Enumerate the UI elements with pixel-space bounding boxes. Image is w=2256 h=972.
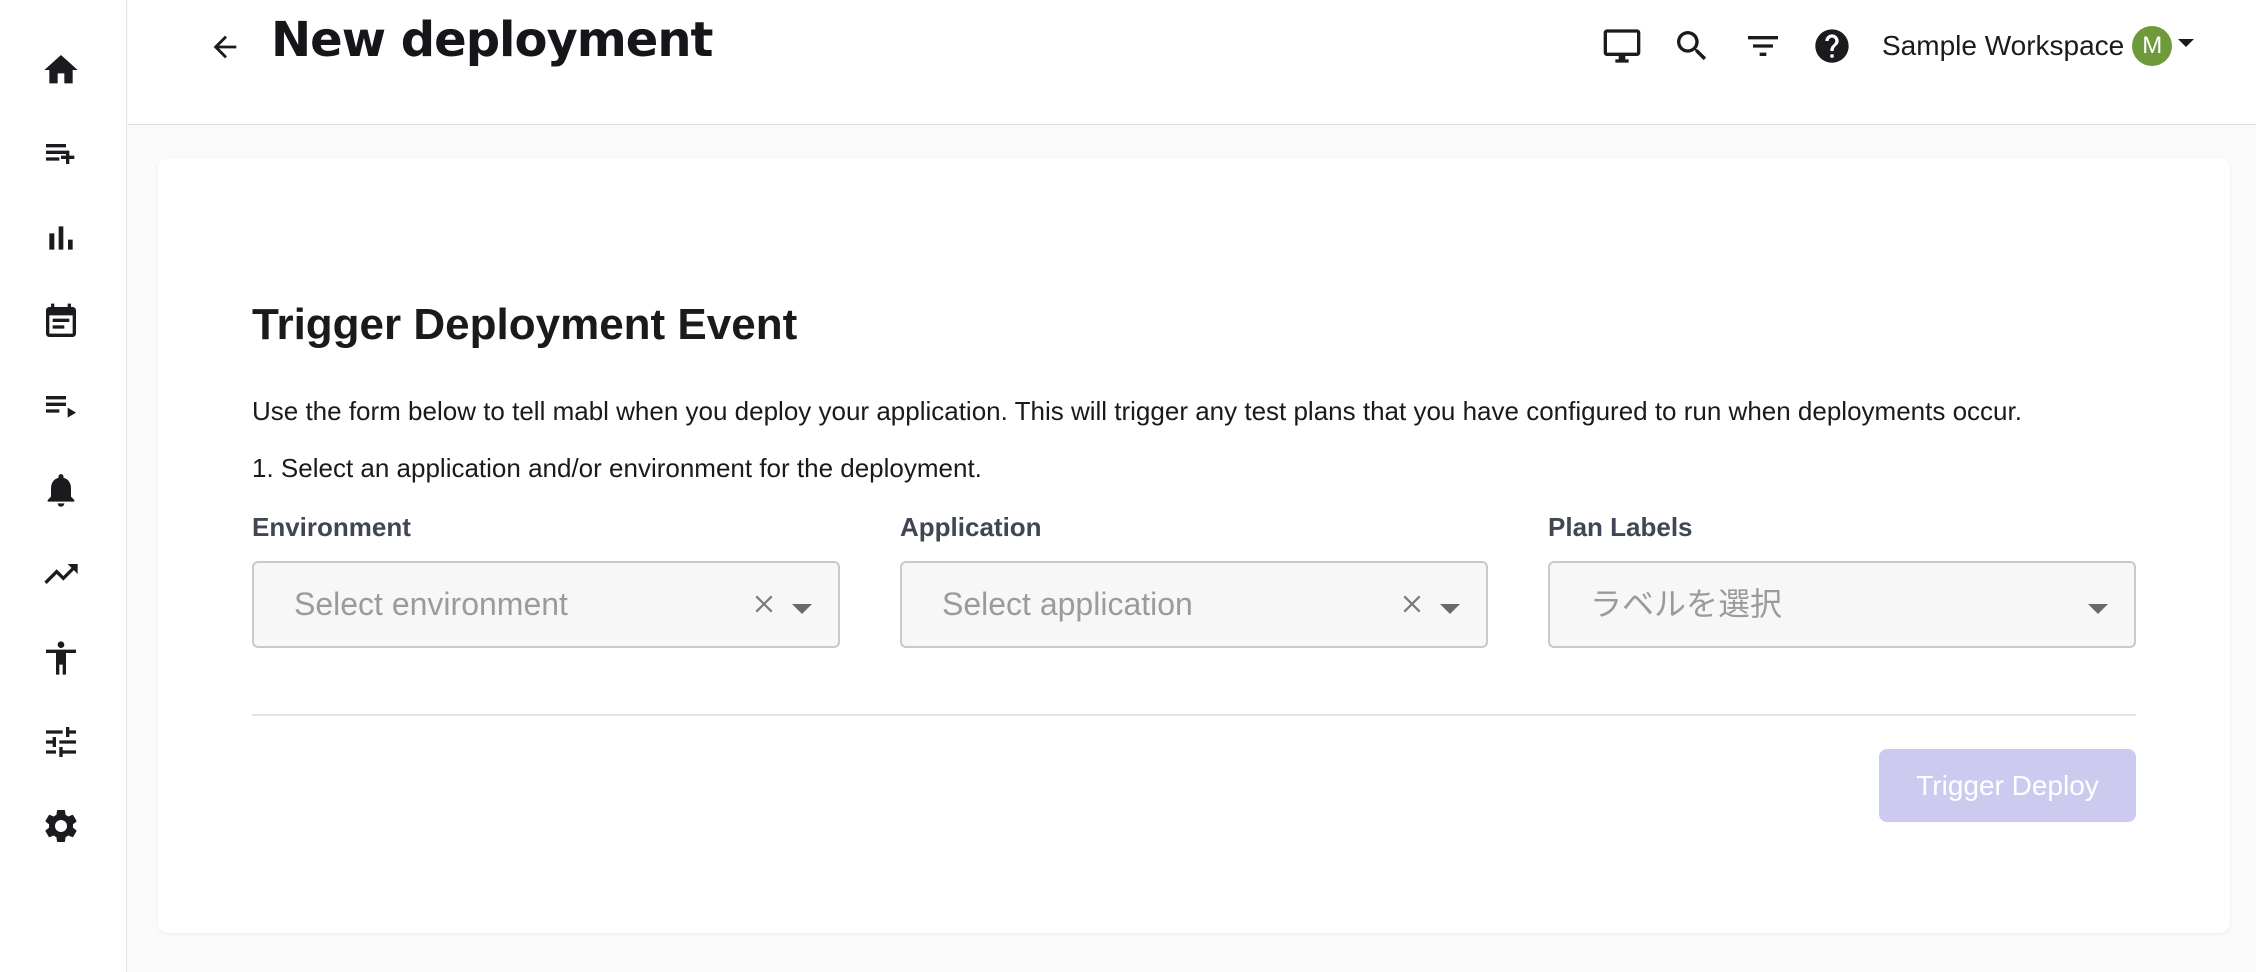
search-icon <box>1677 31 1707 61</box>
gear-icon <box>45 810 77 842</box>
form-divider <box>252 714 2136 716</box>
chevron-down-icon <box>2088 604 2108 614</box>
application-clear-button[interactable] <box>1396 588 1428 620</box>
sidebar-item-tests[interactable] <box>31 124 91 184</box>
monitor-button[interactable] <box>1598 22 1646 70</box>
sidebar <box>0 0 127 972</box>
sidebar-item-configuration[interactable] <box>31 712 91 772</box>
plan-labels-select[interactable]: ラベルを選択 <box>1548 561 2136 648</box>
sidebar-item-insights[interactable] <box>31 544 91 604</box>
chevron-down-icon <box>1440 604 1460 614</box>
back-button[interactable] <box>200 22 250 72</box>
playlist-play-icon <box>46 396 76 418</box>
chevron-down-icon <box>792 604 812 614</box>
sidebar-item-notifications[interactable] <box>31 460 91 520</box>
application-field: Application Select application <box>900 510 1488 648</box>
arrow-left-icon <box>213 35 237 59</box>
playlist-add-icon <box>46 144 75 164</box>
app-root: New deployment Sample Workspace M Trigge… <box>0 0 2256 972</box>
home-icon <box>44 55 78 84</box>
workspace-switcher[interactable]: Sample Workspace M <box>1882 24 2195 68</box>
help-icon <box>1815 29 1849 63</box>
monitor-icon <box>1603 29 1641 63</box>
form-description: Use the form below to tell mabl when you… <box>252 396 2022 426</box>
trigger-deploy-button[interactable]: Trigger Deploy <box>1879 749 2136 822</box>
workspace-name: Sample Workspace <box>1882 30 2125 61</box>
sidebar-item-settings[interactable] <box>31 796 91 856</box>
tune-icon <box>46 727 76 757</box>
sidebar-item-home[interactable] <box>31 40 91 100</box>
form-title: Trigger Deployment Event <box>252 300 798 349</box>
search-button[interactable] <box>1668 22 1716 70</box>
close-icon <box>755 595 773 613</box>
environment-placeholder: Select environment <box>294 586 568 622</box>
application-select[interactable]: Select application <box>900 561 1488 648</box>
form-step-instruction: 1. Select an application and/or environm… <box>252 453 982 483</box>
plan-labels-field: Plan Labels ラベルを選択 <box>1548 510 2136 648</box>
caret-down-icon <box>2178 39 2195 47</box>
application-label: Application <box>900 512 1042 542</box>
avatar: M <box>2132 26 2173 66</box>
plan-labels-label: Plan Labels <box>1548 512 1693 542</box>
calendar-icon <box>46 303 76 337</box>
sidebar-item-plans[interactable] <box>31 292 91 352</box>
close-icon <box>1403 595 1421 613</box>
application-placeholder: Select application <box>942 586 1193 622</box>
environment-label: Environment <box>252 512 411 542</box>
accessibility-icon <box>46 641 76 675</box>
filter-icon <box>1748 36 1778 56</box>
deployment-form-card: Trigger Deployment Event Use the form be… <box>158 158 2230 933</box>
environment-select[interactable]: Select environment <box>252 561 840 648</box>
sidebar-item-runs[interactable] <box>31 376 91 436</box>
environment-field: Environment Select environment <box>252 510 840 648</box>
sidebar-item-accessibility[interactable] <box>31 628 91 688</box>
page-title: New deployment <box>271 12 713 68</box>
top-header: New deployment Sample Workspace M <box>128 0 2256 125</box>
sidebar-item-results[interactable] <box>31 208 91 268</box>
bell-icon <box>47 474 75 507</box>
filter-button[interactable] <box>1739 22 1787 70</box>
bar-chart-icon <box>49 226 73 250</box>
help-button[interactable] <box>1808 22 1856 70</box>
trending-up-icon <box>44 564 78 584</box>
plan-labels-placeholder: ラベルを選択 <box>1590 586 1783 622</box>
environment-clear-button[interactable] <box>748 588 780 620</box>
